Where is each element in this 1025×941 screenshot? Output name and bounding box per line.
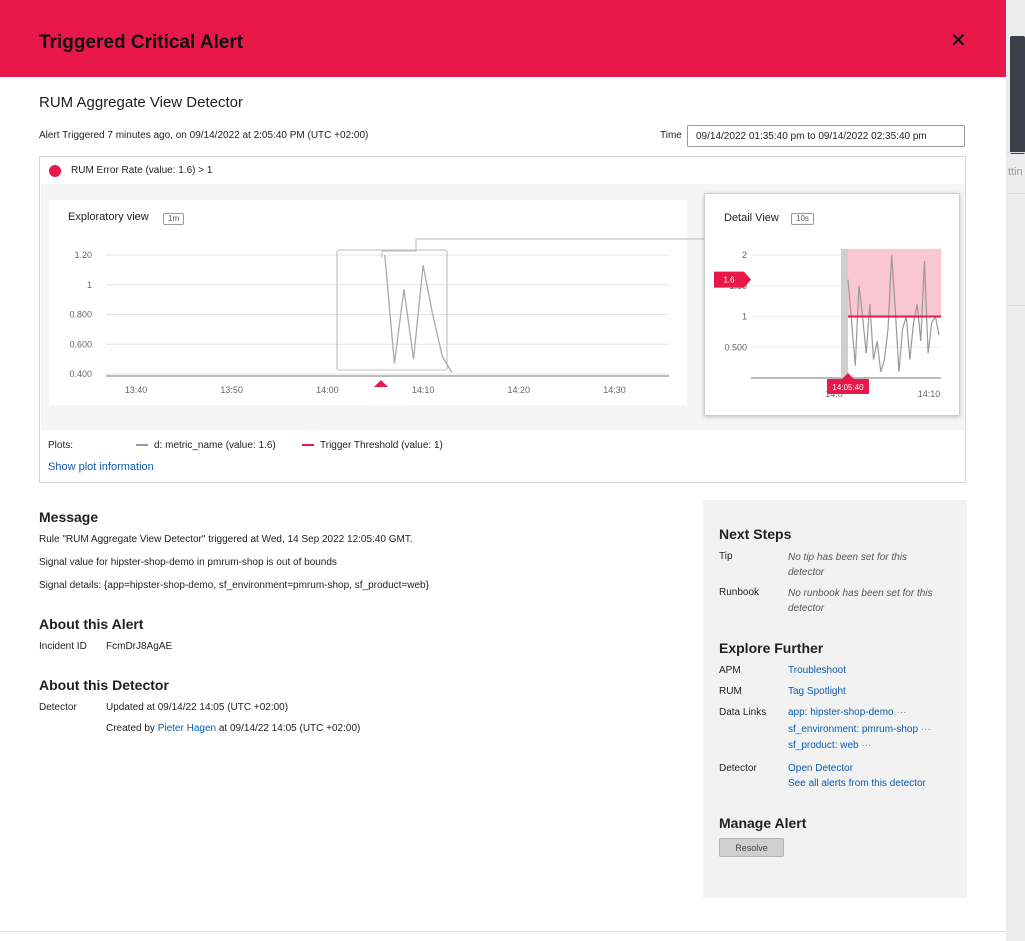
x-tick-label: 14:30: [603, 385, 626, 395]
y-tick-label: 1: [742, 312, 747, 322]
legend-swatch: [302, 444, 314, 447]
y-tick-label: 1: [87, 280, 92, 290]
explore-further-heading: Explore Further: [719, 640, 824, 656]
data-link[interactable]: sf_product: web: [788, 740, 859, 751]
side-panel: Next Steps Tip No tip has been set for t…: [703, 500, 967, 898]
tip-label: Tip: [719, 551, 733, 562]
detector-name: RUM Aggregate View Detector: [39, 94, 243, 111]
message-line: Signal details: {app=hipster-shop-demo, …: [39, 580, 429, 591]
alert-marker-icon: [373, 380, 388, 387]
exploratory-chart: 1.20 1 0.800 0.600 0.400 13:40 13:50 14:00 14:10…: [69, 249, 669, 395]
more-icon[interactable]: ···: [861, 740, 871, 751]
time-flag-label: 14:05:40: [832, 383, 864, 392]
about-detector-heading: About this Detector: [39, 677, 169, 693]
y-tick-label: 0.800: [69, 310, 92, 320]
data-links-label: Data Links: [719, 707, 767, 718]
background-thumbnail: [1010, 36, 1025, 154]
trigger-column: [841, 248, 848, 378]
background-divider: [1006, 305, 1025, 306]
background-divider: [1006, 193, 1025, 194]
show-plot-information-link[interactable]: Show plot information: [48, 461, 154, 473]
y-tick-label: 0.500: [724, 342, 747, 352]
detector-updated: Updated at 09/14/22 14:05 (UTC +02:00): [106, 702, 289, 713]
about-alert-heading: About this Alert: [39, 616, 144, 632]
created-prefix: Created by: [106, 723, 155, 734]
time-label: Time: [660, 130, 682, 141]
x-tick-label: 14:10: [918, 389, 941, 399]
tip-value: No tip has been set for this detector: [788, 552, 907, 578]
legend-item-threshold: Trigger Threshold (value: 1): [302, 440, 443, 451]
runbook-label: Runbook: [719, 587, 760, 598]
y-tick-label: 0.600: [69, 339, 92, 349]
troubleshoot-link[interactable]: Troubleshoot: [788, 665, 846, 676]
data-link-item: sf_product: web ···: [788, 740, 871, 751]
modal-title: Triggered Critical Alert: [39, 32, 244, 53]
selection-box: [336, 249, 448, 371]
triggered-text: Alert Triggered 7 minutes ago, on 09/14/…: [39, 130, 369, 141]
incident-id-label: Incident ID: [39, 641, 87, 652]
legend-label: d: metric_name (value: 1.6): [154, 440, 276, 451]
time-range-input[interactable]: 09/14/2022 01:35:40 pm to 09/14/2022 02:…: [687, 125, 965, 147]
resolve-button[interactable]: Resolve: [719, 838, 784, 857]
signal-dot-icon: [49, 165, 61, 177]
more-icon[interactable]: ···: [921, 724, 931, 735]
data-link-item: app: hipster-shop-demo ···: [788, 707, 906, 718]
apm-label: APM: [719, 665, 741, 676]
background-divider: [1006, 152, 1025, 153]
data-link-item: sf_environment: pmrum-shop ···: [788, 724, 931, 735]
value-flag-label: 1.6: [723, 276, 735, 285]
y-tick-label: 2: [742, 250, 747, 260]
detail-chart: 21.5010.50014:014:101.614:05:40: [714, 248, 941, 399]
more-icon[interactable]: ···: [896, 707, 906, 718]
background-app-strip: ttin: [1006, 0, 1025, 941]
open-detector-link[interactable]: Open Detector: [788, 763, 853, 774]
y-tick-label: 0.400: [69, 369, 92, 379]
x-tick-label: 13:50: [220, 385, 243, 395]
y-tick-label: 1.20: [74, 250, 92, 260]
alert-modal: Triggered Critical Alert ✕ RUM Aggregate…: [0, 0, 1006, 941]
close-icon[interactable]: ✕: [950, 28, 967, 53]
series-line: [384, 254, 453, 373]
x-tick-label: 14:20: [508, 385, 531, 395]
signal-label: RUM Error Rate (value: 1.6) > 1: [71, 165, 213, 176]
detector-label: Detector: [39, 702, 77, 713]
x-tick-label: 13:40: [125, 385, 148, 395]
see-all-alerts-link[interactable]: See all alerts from this detector: [788, 778, 926, 789]
exploratory-view[interactable]: Exploratory view 1m 1.20 1 0.800 0.600 0.400…: [49, 200, 687, 405]
x-tick-label: 14:10: [412, 385, 435, 395]
detector-label: Detector: [719, 763, 757, 774]
x-tick-label: 14:00: [316, 385, 339, 395]
creator-link[interactable]: Pieter Hagen: [158, 723, 216, 734]
tag-spotlight-link[interactable]: Tag Spotlight: [788, 686, 846, 697]
detail-view[interactable]: Detail View 10s 21.5010.50014:014:101.61…: [704, 193, 960, 416]
rum-label: RUM: [719, 686, 742, 697]
legend-label: Trigger Threshold (value: 1): [320, 440, 443, 451]
next-steps-heading: Next Steps: [719, 526, 792, 542]
runbook-value: No runbook has been set for this detecto…: [788, 588, 933, 614]
chart-panel: RUM Error Rate (value: 1.6) > 1 Explorat…: [39, 156, 966, 483]
message-line: Signal value for hipster-shop-demo in pm…: [39, 557, 337, 568]
created-suffix: at 09/14/22 14:05 (UTC +02:00): [218, 723, 361, 734]
legend-swatch: [136, 444, 148, 447]
incident-id-value: FcmDrJ8AgAE: [106, 641, 173, 652]
data-link[interactable]: app: hipster-shop-demo: [788, 707, 894, 718]
legend-item-metric: d: metric_name (value: 1.6): [136, 440, 276, 451]
chart-area: Exploratory view 1m 1.20 1 0.800 0.600 0.400…: [41, 184, 965, 430]
data-link[interactable]: sf_environment: pmrum-shop: [788, 724, 918, 735]
manage-alert-heading: Manage Alert: [719, 815, 807, 831]
background-partial-text: ttin: [1008, 166, 1023, 178]
modal-header: Triggered Critical Alert ✕: [0, 0, 1006, 77]
message-heading: Message: [39, 509, 99, 525]
plots-label: Plots:: [48, 440, 74, 451]
message-line: Rule "RUM Aggregate View Detector" trigg…: [39, 534, 413, 545]
divider: [0, 931, 1006, 932]
detector-created: Created by Pieter Hagen at 09/14/22 14:0…: [106, 723, 360, 734]
